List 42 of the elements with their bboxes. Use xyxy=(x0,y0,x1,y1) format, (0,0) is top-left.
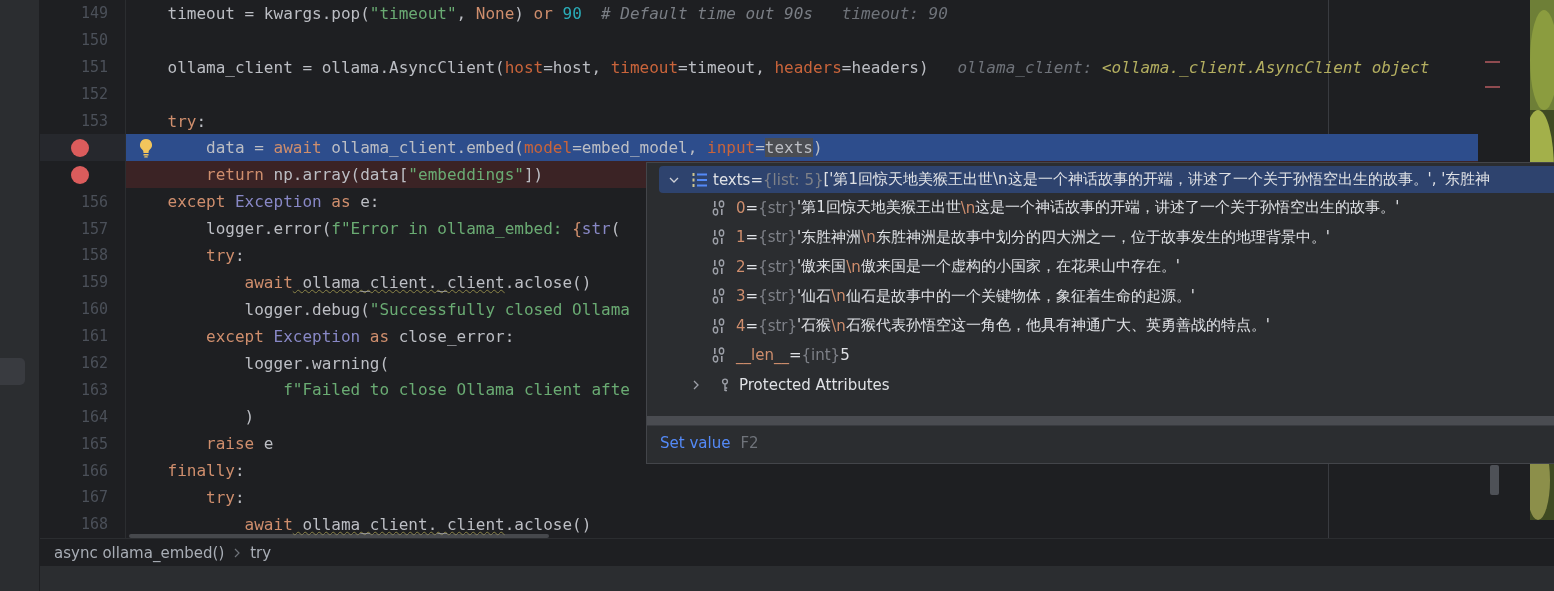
error-stripe-mark[interactable] xyxy=(1485,61,1500,63)
breakpoint-icon[interactable] xyxy=(71,138,89,157)
breakpoint-icon[interactable] xyxy=(71,165,89,184)
tree-row[interactable]: 4={str}'石猴\n石猴代表孙悟空这一角色，他具有神通广大、英勇善战的特点。' xyxy=(647,311,1554,341)
tree-row[interactable]: __len__={int}5 xyxy=(647,340,1554,370)
scrollbar[interactable] xyxy=(1490,465,1499,495)
code-line: f"Failed to close Ollama client afte xyxy=(283,380,630,400)
set-value-link[interactable]: Set value xyxy=(660,433,731,452)
tree-row[interactable]: Protected Attributes xyxy=(647,370,1554,400)
tree-row[interactable]: 0={str}'第1回惊天地美猴王出世\n这是一个神话故事的开端，讲述了一个关于孙悟空出生的故事。' xyxy=(647,193,1554,223)
code-line: except Exception as e: xyxy=(167,192,380,212)
breadcrumb-item[interactable]: try xyxy=(250,543,272,562)
chevron-icon[interactable] xyxy=(691,379,701,390)
code-line: logger.warning( xyxy=(244,353,390,373)
code-line: logger.error(f"Error in ollama_embed: {str( xyxy=(206,219,621,239)
code-line: try: xyxy=(167,111,207,131)
code-line: await ollama_client._client.aclose() xyxy=(244,514,592,534)
code-line: await ollama_client._client.aclose() xyxy=(244,272,592,292)
tree-row[interactable]: 1={str}'东胜神洲\n东胜神洲是故事中划分的四大洲之一，位于故事发生的地理背景中。' xyxy=(647,222,1554,252)
tree-row[interactable]: 3={str}'仙石\n仙石是故事中的一个关键物体，象征着生命的起源。' xyxy=(647,281,1554,311)
lightbulb-icon[interactable] xyxy=(138,138,154,159)
code-line: return np.array(data["embeddings"]) xyxy=(206,165,544,185)
error-stripe-mark[interactable] xyxy=(1485,86,1500,88)
code-line: try: xyxy=(206,487,245,507)
code-line: raise e xyxy=(206,434,274,454)
tree-row[interactable]: texts={list: 5}['第1回惊天地美猴王出世\n这是一个神话故事的开端，讲述了一个关于孙悟空出生的故事。', '东胜神 xyxy=(659,166,1554,193)
key-icon xyxy=(721,377,729,392)
code-line: try: xyxy=(206,245,245,265)
code-line: logger.debug("Successfully closed Ollama xyxy=(244,299,630,319)
tree-row[interactable]: 2={str}'傲来国\n傲来国是一个虚构的小国家，在花果山中存在。' xyxy=(647,252,1554,282)
code-line: ollama_client = ollama.AsyncClient(host=host, timeout=timeout, headers=headers) ollama_client: <ollama._client.AsyncClient object xyxy=(167,57,1430,77)
scrollbar[interactable] xyxy=(129,534,549,538)
list-icon xyxy=(692,171,708,188)
code-line: data = await ollama_client.embed(model=embed_model, input=texts) xyxy=(206,138,823,158)
chevron-right-icon xyxy=(234,547,241,558)
code-line: ) xyxy=(244,407,255,427)
shortcut-hint: F2 xyxy=(740,433,759,452)
code-line: finally: xyxy=(167,461,245,481)
scrollbar[interactable] xyxy=(647,415,1554,425)
breadcrumb-item[interactable]: async ollama_embed() xyxy=(54,543,225,562)
code-line: except Exception as close_error: xyxy=(206,326,515,346)
code-line: timeout = kwargs.pop("timeout", None) or 90 # Default time out 90s timeout: 90 xyxy=(167,3,948,23)
